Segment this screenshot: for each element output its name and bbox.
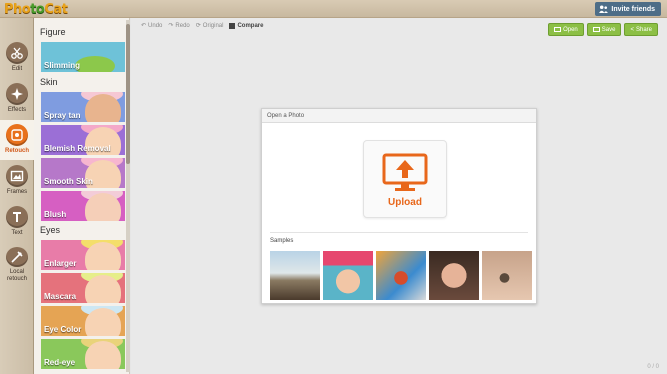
rail-item-text[interactable]: Text: [0, 202, 34, 242]
compare-button[interactable]: Compare: [229, 22, 263, 29]
open-photo-dialog: Open a Photo Upload Samples: [261, 108, 537, 304]
upload-monitor-icon: [382, 153, 428, 191]
redo-icon: ↷: [168, 23, 174, 29]
share-label: Share: [635, 26, 652, 33]
tile-label-mascara: Mascara: [44, 292, 77, 301]
undo-icon: ↶: [141, 23, 147, 29]
tile-art: [75, 56, 115, 72]
tile-label-slimming: Slimming: [44, 61, 81, 70]
scrollbar-thumb[interactable]: [126, 24, 130, 164]
share-button[interactable]: < Share: [624, 23, 658, 36]
tile-slimming[interactable]: Slimming: [41, 42, 125, 72]
tile-label-spray-tan: Spray tan: [44, 111, 81, 120]
frame-icon: [6, 165, 28, 187]
local-retouch-icon: [6, 247, 28, 267]
save-label: Save: [601, 26, 616, 33]
tile-label-eye-color: Eye Color: [44, 325, 82, 334]
rail-item-edit[interactable]: Edit: [0, 38, 34, 78]
logo-text-part2: to: [30, 1, 45, 17]
rail-item-retouch[interactable]: Retouch: [0, 120, 34, 160]
retouch-panel: Figure Slimming Skin Spray tan Blemish R…: [34, 18, 130, 374]
tile-smooth-skin[interactable]: Smooth Skin: [41, 158, 125, 188]
rail-label-frames: Frames: [6, 189, 28, 195]
rail-label-text: Text: [11, 230, 23, 236]
tile-blush[interactable]: Blush: [41, 191, 125, 221]
rail-label-effects: Effects: [7, 107, 27, 113]
logo-text-part3: Cat: [44, 1, 68, 17]
invite-friends-button[interactable]: Invite friends: [595, 2, 661, 16]
rail-label-local-retouch: Local retouch: [6, 269, 27, 282]
tile-label-red-eye: Red-eye: [44, 358, 76, 367]
original-button[interactable]: ⟳ Original: [195, 22, 224, 30]
rail-label-edit: Edit: [11, 66, 23, 72]
rail-item-frames[interactable]: Frames: [0, 161, 34, 201]
open-label: Open: [563, 26, 578, 33]
save-button[interactable]: Save: [586, 23, 622, 36]
sample-photo-4[interactable]: [429, 251, 479, 300]
samples-title: Samples: [270, 238, 294, 244]
tile-face: [85, 242, 121, 270]
effects-icon: [6, 83, 28, 105]
compare-label: Compare: [237, 22, 264, 29]
samples-divider: [270, 232, 528, 233]
tile-mascara[interactable]: Mascara: [41, 273, 125, 303]
section-title-figure: Figure: [40, 27, 66, 37]
redo-label: Redo: [175, 22, 190, 29]
undo-button[interactable]: ↶ Undo: [141, 22, 163, 30]
top-bar: Pho to Cat Invite friends: [0, 0, 667, 18]
tile-spray-tan[interactable]: Spray tan: [41, 92, 125, 122]
tile-face: [85, 94, 121, 122]
tile-face: [85, 275, 121, 303]
original-icon: ⟳: [195, 23, 201, 29]
tile-enlarger[interactable]: Enlarger: [41, 240, 125, 270]
dialog-title: Open a Photo: [262, 109, 536, 123]
sample-photo-1[interactable]: [270, 251, 320, 300]
tile-label-smooth-skin: Smooth Skin: [44, 177, 93, 186]
sample-photo-3[interactable]: [376, 251, 426, 300]
tile-face: [85, 341, 121, 369]
tile-face: [85, 193, 121, 221]
scissors-icon: [6, 42, 28, 64]
retouch-icon: [6, 124, 28, 146]
rail-item-local-retouch[interactable]: Local retouch: [0, 243, 34, 283]
tile-label-blemish-removal: Blemish Removal: [44, 144, 111, 153]
sample-photo-2[interactable]: [323, 251, 373, 300]
tile-label-blush: Blush: [44, 210, 67, 219]
rail-label-retouch: Retouch: [5, 148, 29, 154]
invite-friends-label: Invite friends: [611, 5, 655, 13]
tile-face: [85, 308, 121, 336]
save-icon: [592, 27, 600, 32]
share-icon: <: [630, 26, 634, 33]
folder-icon: [554, 27, 562, 32]
rail-item-effects[interactable]: Effects: [0, 79, 34, 119]
compare-icon: [229, 22, 236, 29]
panel-scrollbar[interactable]: [126, 20, 130, 372]
tile-eye-color[interactable]: Eye Color: [41, 306, 125, 336]
photocat-logo[interactable]: Pho to Cat: [4, 0, 68, 18]
tile-label-enlarger: Enlarger: [44, 259, 77, 268]
sample-photo-5[interactable]: [482, 251, 532, 300]
original-label: Original: [202, 22, 224, 29]
samples-list: [270, 251, 532, 300]
section-title-skin: Skin: [40, 77, 58, 87]
logo-text-part1: Pho: [4, 1, 31, 17]
text-icon: [6, 206, 28, 228]
section-title-eyes: Eyes: [40, 225, 61, 235]
redo-button[interactable]: ↷ Redo: [168, 22, 190, 30]
page-count: 0 / 0: [647, 364, 659, 370]
tool-rail: Edit Effects Retouch Frames Text Local r…: [0, 18, 34, 374]
people-icon: [599, 5, 609, 13]
tile-blemish-removal[interactable]: Blemish Removal: [41, 125, 125, 155]
action-buttons: Open Save < Share: [548, 23, 658, 36]
tile-red-eye[interactable]: Red-eye: [41, 339, 125, 369]
undo-label: Undo: [148, 22, 163, 29]
open-button[interactable]: Open: [548, 23, 584, 36]
upload-label: Upload: [388, 197, 422, 208]
upload-button[interactable]: Upload: [363, 140, 447, 218]
history-toolbar: ↶ Undo ↷ Redo ⟳ Original Compare: [141, 22, 263, 29]
